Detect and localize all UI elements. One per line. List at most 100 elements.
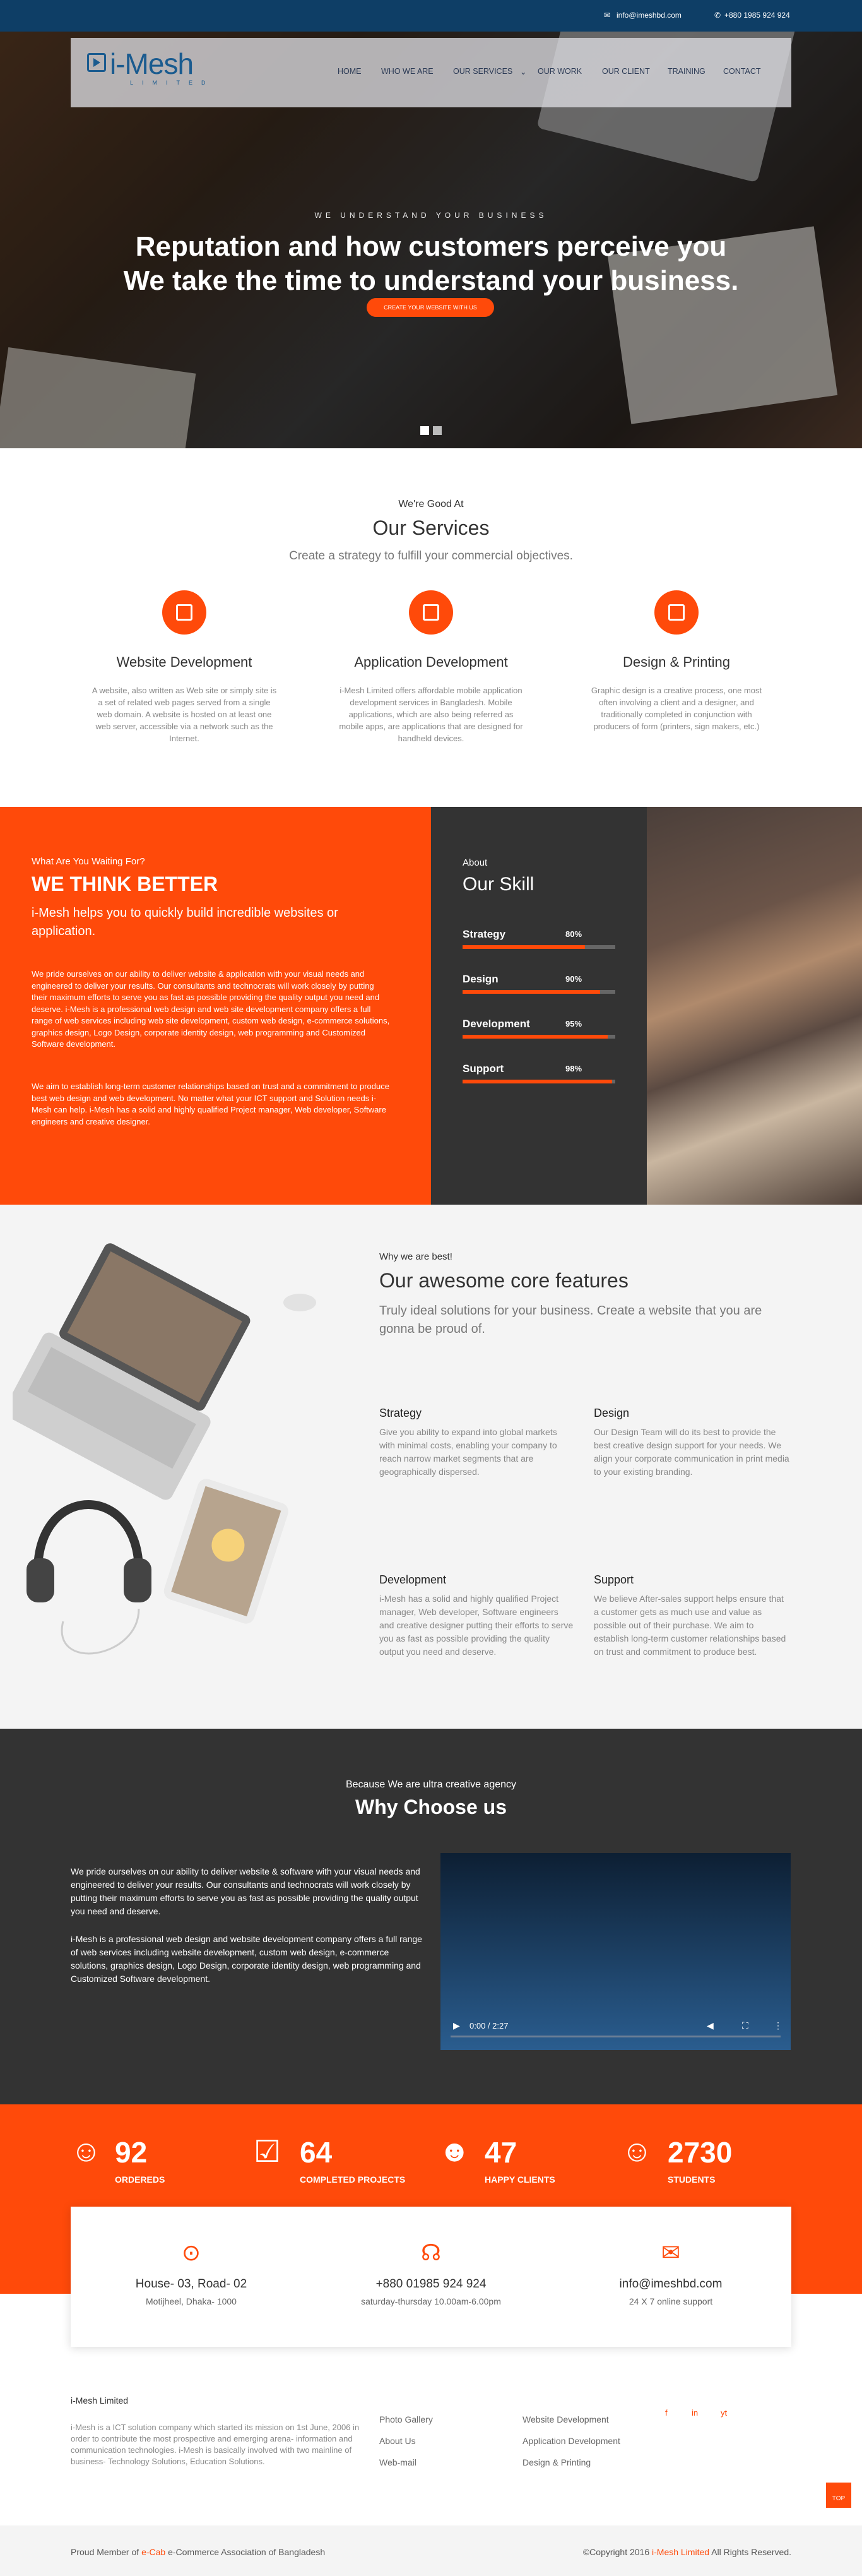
slider-dot-active[interactable]	[420, 426, 429, 435]
fullscreen-icon[interactable]: ⛶	[742, 2020, 748, 2031]
company-link[interactable]: i-Mesh Limited	[652, 2547, 709, 2557]
topbar-phone[interactable]: +880 1985 924 924	[724, 11, 790, 20]
more-options-icon[interactable]: ⋮	[774, 2020, 782, 2031]
video-time: 0:00 / 2:27	[469, 2021, 509, 2030]
feature-text-development: i-Mesh has a solid and highly qualified …	[379, 1594, 574, 1657]
features-subtitle: Truly ideal solutions for your business.…	[379, 1304, 762, 1336]
stat-label: ORDEREDS	[115, 2174, 165, 2185]
skill-name: Support	[463, 1063, 504, 1075]
mobile-icon	[409, 590, 453, 635]
topbar-email[interactable]: info@imeshbd.com	[617, 11, 682, 20]
nav-who-we-are[interactable]: WHO WE ARE	[381, 67, 434, 76]
service-text-design: Graphic design is a creative process, on…	[591, 686, 762, 731]
feature-title-support: Support	[594, 1573, 634, 1586]
stat-number: 64	[300, 2136, 333, 2169]
service-title-design: Design & Printing	[623, 654, 730, 670]
contact-card: ⊙ House- 03, Road- 02 Motijheel, Dhaka- …	[71, 2207, 791, 2347]
logo-text[interactable]: i-Mesh	[110, 47, 194, 81]
feature-text-strategy: Give you ability to expand into global m…	[379, 1427, 557, 1477]
user-icon: ☺	[71, 2135, 102, 2168]
think-lead: i-Mesh helps you to quickly build incred…	[32, 906, 338, 938]
nav-our-work[interactable]: OUR WORK	[538, 67, 582, 76]
service-text-app: i-Mesh Limited offers affordable mobile …	[339, 686, 523, 743]
feature-text-support: We believe After-sales support helps ens…	[594, 1594, 786, 1657]
printer-icon	[654, 590, 699, 635]
think-kicker: What Are You Waiting For?	[32, 856, 145, 867]
facebook-icon[interactable]: f	[665, 2408, 668, 2418]
main-navbar: i-Mesh LIMITED HOME WHO WE ARE OUR SERVI…	[71, 38, 791, 107]
skills-panel: About Our Skill	[431, 807, 647, 1205]
copyright-text: ©Copyright 2016 i-Mesh Limited All Right…	[582, 2547, 791, 2557]
stat-label: HAPPY CLIENTS	[485, 2174, 555, 2185]
contact-phone-sub: saturday-thursday 10.00am-6.00pm	[361, 2296, 501, 2306]
contact-email[interactable]: info@imeshbd.com	[557, 2277, 784, 2291]
mail-icon: ✉	[661, 2239, 681, 2265]
services-kicker: We're Good At	[398, 499, 464, 510]
location-icon: ⊙	[181, 2239, 201, 2265]
footer-link-webmail[interactable]: Web-mail	[379, 2457, 416, 2467]
footer-link-about[interactable]: About Us	[379, 2436, 416, 2446]
logo-icon[interactable]	[87, 53, 106, 72]
hero-cta-button[interactable]: CREATE YOUR WEBSITE WITH US	[367, 298, 494, 317]
why-kicker: Because We are ultra creative agency	[345, 1779, 517, 1790]
logo-subtitle: LIMITED	[130, 80, 215, 86]
skill-bar	[463, 1080, 615, 1083]
back-to-top-button[interactable]: TOP	[826, 2483, 851, 2508]
video-progress[interactable]	[451, 2036, 781, 2037]
why-title: Why Choose us	[355, 1796, 507, 1818]
contact-address: House- 03, Road- 02	[135, 2277, 247, 2291]
think-paragraph-1: We pride ourselves on our ability to del…	[32, 969, 390, 1049]
skill-bar-fill	[463, 945, 585, 949]
video-player[interactable]: ▶ 0:00 / 2:27 ◀ ⛶ ⋮	[440, 1853, 791, 2050]
slider-dot[interactable]	[433, 426, 442, 435]
footer-link-gallery[interactable]: Photo Gallery	[379, 2414, 433, 2424]
skill-value: 98%	[565, 1064, 582, 1073]
features-kicker: Why we are best!	[379, 1251, 452, 1262]
feature-title-development: Development	[379, 1573, 447, 1586]
why-paragraph-2: i-Mesh is a professional web design and …	[71, 1934, 422, 1984]
monitor-icon	[162, 590, 206, 635]
chevron-down-icon: ⌄	[520, 68, 527, 76]
nav-our-services[interactable]: OUR SERVICES	[453, 67, 512, 76]
volume-icon[interactable]: ◀	[707, 2020, 714, 2031]
youtube-icon[interactable]: yt	[721, 2408, 727, 2418]
skill-name: Development	[463, 1018, 530, 1030]
service-text-web: A website, also written as Web site or s…	[92, 686, 277, 743]
footer-link-app-dev[interactable]: Application Development	[523, 2436, 620, 2446]
play-icon[interactable]: ▶	[453, 2020, 460, 2031]
footer-link-design[interactable]: Design & Printing	[523, 2457, 591, 2467]
nav-home[interactable]: HOME	[338, 67, 362, 76]
skill-name: Design	[463, 973, 499, 985]
contact-email-sub: 24 X 7 online support	[629, 2296, 713, 2306]
footer-company: i-Mesh Limited	[71, 2395, 129, 2406]
footer-link-web-dev[interactable]: Website Development	[523, 2414, 609, 2424]
feature-title-design: Design	[594, 1407, 630, 1419]
contact-address-sub: Motijheel, Dhaka- 1000	[146, 2296, 237, 2306]
team-desk-photo	[647, 807, 862, 1205]
ecab-link[interactable]: e-Cab	[141, 2547, 165, 2557]
service-title-web: Website Development	[116, 654, 252, 670]
skill-name: Strategy	[463, 928, 506, 940]
footer-bottom-bar: Proud Member of e-Cab e-Commerce Associa…	[0, 2525, 862, 2576]
member-text: Proud Member of e-Cab e-Commerce Associa…	[71, 2547, 326, 2557]
linkedin-icon[interactable]: in	[692, 2408, 698, 2418]
skill-value: 80%	[565, 929, 582, 939]
skills-kicker: About	[463, 857, 488, 868]
features-title: Our awesome core features	[379, 1269, 629, 1292]
devices-illustration	[13, 1243, 316, 1655]
stat-number: 47	[485, 2136, 517, 2169]
nav-training[interactable]: TRAINING	[668, 67, 706, 76]
headset-icon: ☊	[421, 2239, 441, 2265]
footer-about: i-Mesh is a ICT solution company which s…	[71, 2423, 360, 2466]
hero-title-line2: We take the time to understand your busi…	[123, 265, 739, 296]
services-subtitle: Create a strategy to fulfill your commer…	[289, 549, 573, 563]
check-icon: ☑	[254, 2135, 281, 2169]
services-title: Our Services	[372, 516, 490, 539]
skill-bar	[463, 1035, 615, 1039]
skill-bar	[463, 990, 615, 994]
mail-icon: ✉	[604, 11, 611, 20]
nav-contact[interactable]: CONTACT	[723, 67, 761, 76]
nav-our-client[interactable]: OUR CLIENT	[602, 67, 650, 76]
feature-text-design: Our Design Team will do its best to prov…	[594, 1427, 789, 1477]
contact-phone[interactable]: +880 01985 924 924	[317, 2277, 545, 2291]
